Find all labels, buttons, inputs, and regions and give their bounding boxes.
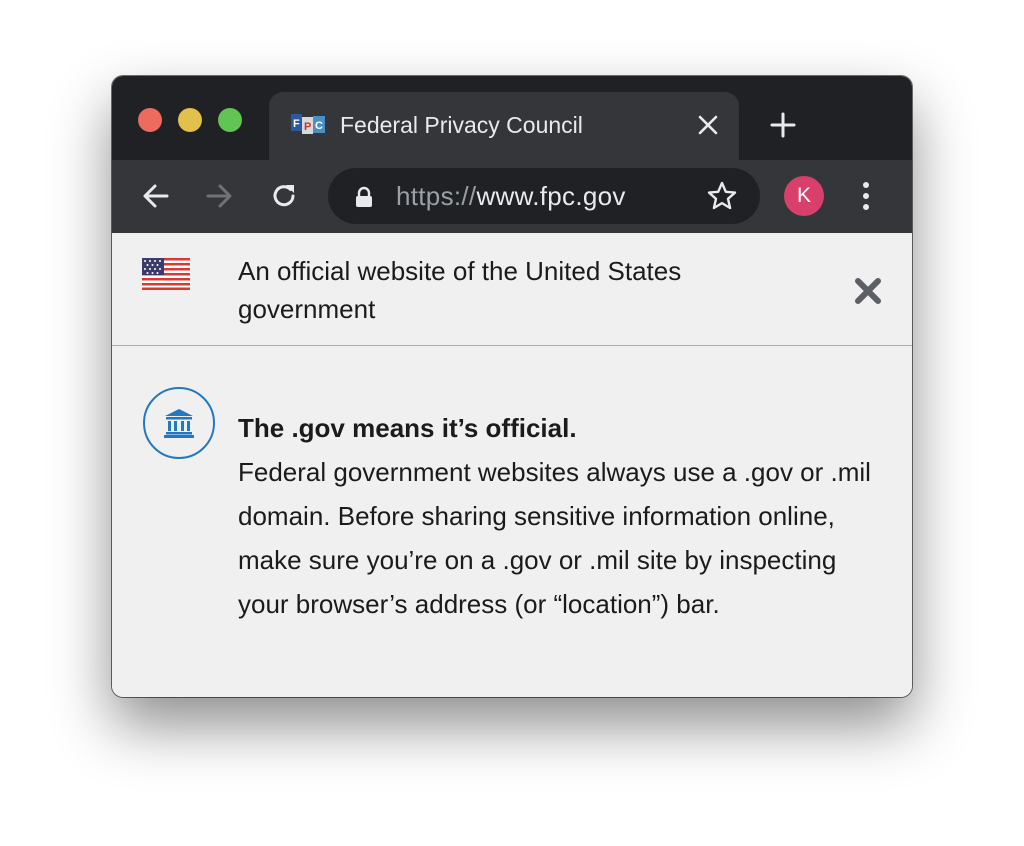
info-heading: The .gov means it’s official. (238, 413, 577, 443)
official-website-text: An official website of the United States… (238, 256, 682, 324)
forward-arrow-icon[interactable] (203, 180, 235, 212)
tab-title: Federal Privacy Council (340, 112, 583, 138)
info-body: Federal government websites always use a… (238, 457, 871, 619)
address-bar[interactable]: https://www.fpc.gov (328, 168, 760, 224)
window-minimize-button[interactable] (178, 108, 202, 132)
window-maximize-button[interactable] (218, 108, 242, 132)
new-tab-plus-icon[interactable] (769, 111, 797, 139)
url-scheme: https:// (396, 181, 477, 211)
official-info-text: The .gov means it’s official. Federal go… (238, 406, 878, 626)
gov-banner: An official website of the United States… (112, 233, 912, 346)
title-bar: F P C Federal Privacy Council (112, 76, 912, 162)
back-arrow-icon[interactable] (140, 180, 172, 212)
us-flag-icon (142, 258, 190, 290)
window-close-button[interactable] (138, 108, 162, 132)
browser-tab[interactable]: F P C Federal Privacy Council (269, 92, 739, 162)
svg-text:F: F (293, 118, 300, 130)
close-icon[interactable] (695, 112, 721, 138)
vertical-dots-icon[interactable] (854, 180, 878, 212)
url-host: www.fpc.gov (476, 181, 626, 211)
url-text[interactable]: https://www.fpc.gov (396, 181, 626, 212)
government-building-icon (143, 387, 215, 459)
reload-icon[interactable] (268, 180, 300, 212)
star-outline-icon[interactable] (706, 180, 738, 212)
profile-avatar[interactable]: K (784, 176, 824, 216)
browser-window: F P C Federal Privacy Council https://ww… (112, 76, 912, 697)
svg-text:C: C (315, 120, 323, 132)
lock-icon[interactable] (354, 186, 374, 208)
official-info-panel: The .gov means it’s official. Federal go… (112, 346, 912, 697)
fpc-favicon-icon: F P C (291, 114, 325, 134)
close-x-icon[interactable] (853, 276, 883, 306)
svg-text:P: P (304, 121, 311, 133)
